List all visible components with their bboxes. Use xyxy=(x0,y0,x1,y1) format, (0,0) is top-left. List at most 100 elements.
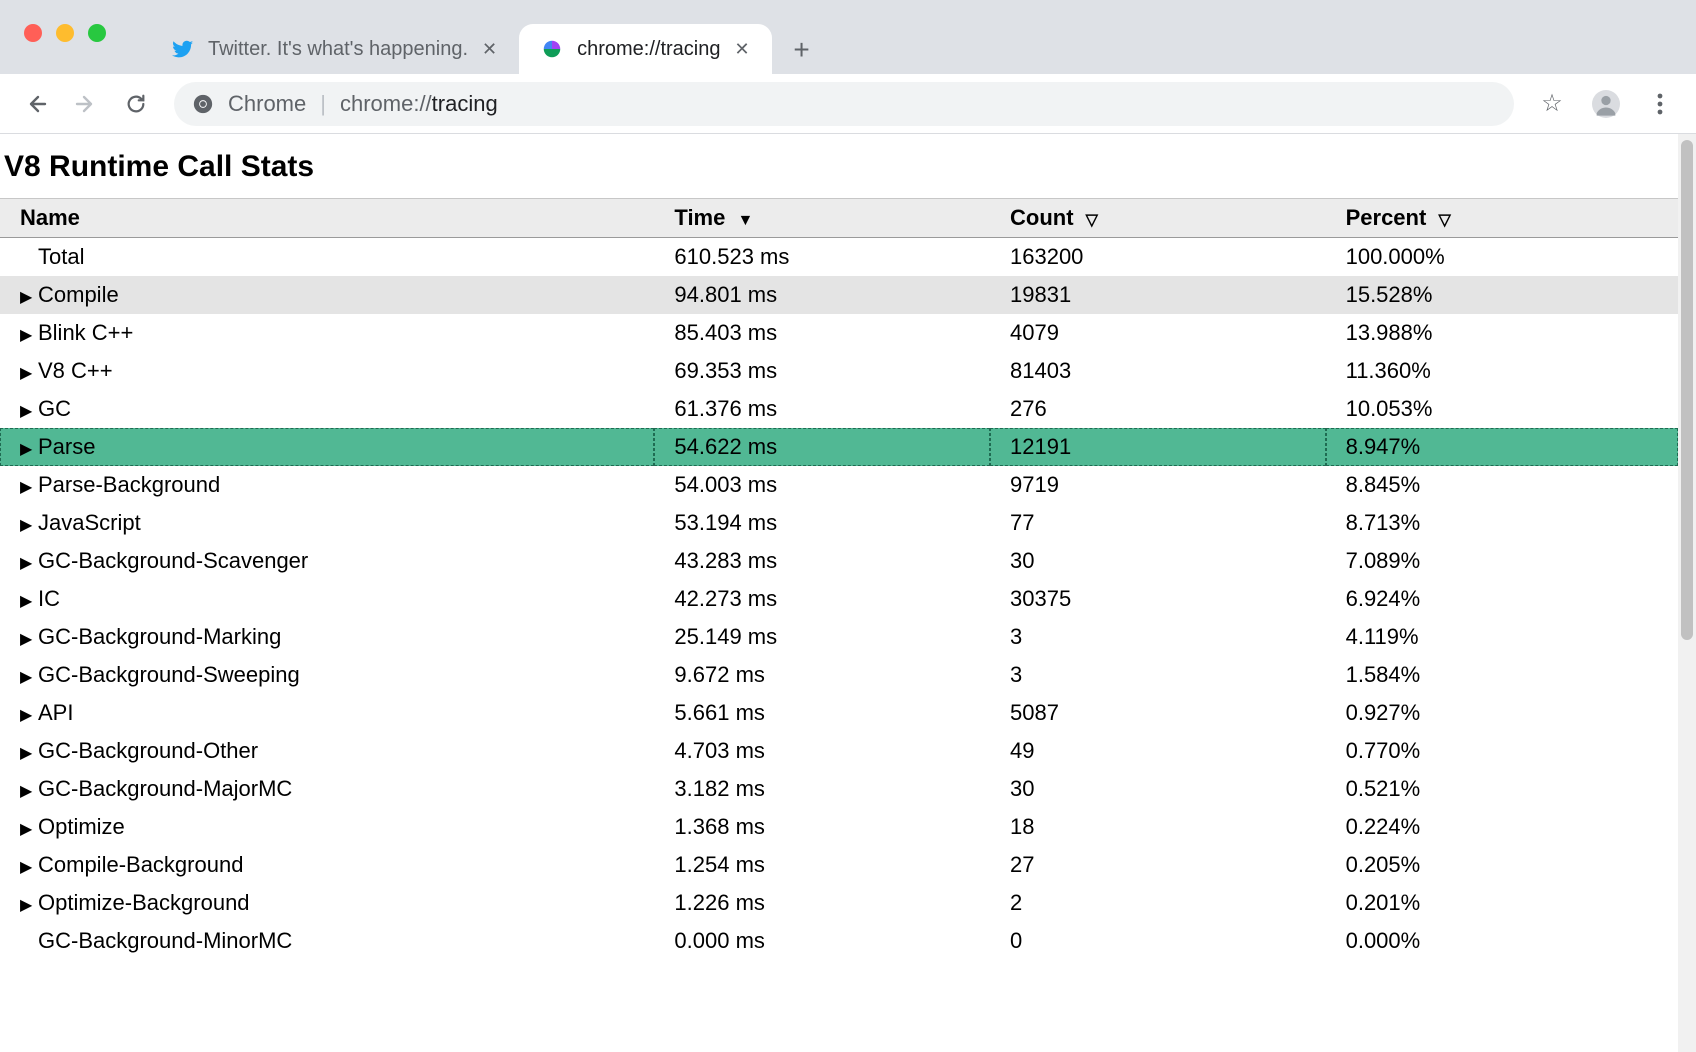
window-zoom-button[interactable] xyxy=(88,24,106,42)
profile-button[interactable] xyxy=(1584,82,1628,126)
expand-icon[interactable]: ▶ xyxy=(20,290,34,306)
table-row[interactable]: ▶IC42.273 ms303756.924% xyxy=(0,580,1678,618)
reload-button[interactable] xyxy=(114,82,158,126)
address-bar[interactable]: Chrome | chrome://tracing xyxy=(174,82,1514,126)
page-content: V8 Runtime Call Stats Name Time ▼ Count xyxy=(0,134,1678,1052)
row-name-label: Compile-Background xyxy=(38,852,243,877)
table-row[interactable]: ▶GC-Background-Marking25.149 ms34.119% xyxy=(0,618,1678,656)
scrollbar-thumb[interactable] xyxy=(1681,140,1693,640)
back-button[interactable] xyxy=(14,82,58,126)
cell-name: ▶Compile xyxy=(0,276,654,314)
cell-count: 3 xyxy=(990,656,1326,694)
avatar-icon xyxy=(1592,90,1620,118)
cell-time: 25.149 ms xyxy=(654,618,990,656)
row-name-label: GC-Background-Scavenger xyxy=(38,548,308,573)
cell-time: 5.661 ms xyxy=(654,694,990,732)
expand-icon[interactable]: ▶ xyxy=(20,480,34,496)
table-row[interactable]: ▶V8 C++69.353 ms8140311.360% xyxy=(0,352,1678,390)
expand-icon[interactable]: ▶ xyxy=(20,746,34,762)
cell-time: 9.672 ms xyxy=(654,656,990,694)
table-row[interactable]: ▶JavaScript53.194 ms778.713% xyxy=(0,504,1678,542)
cell-count: 163200 xyxy=(990,238,1326,276)
tab-close-icon[interactable]: ✕ xyxy=(734,39,749,60)
cell-name: ▶Parse-Background xyxy=(0,466,654,504)
column-header-count[interactable]: Count ▽ xyxy=(990,199,1326,238)
table-row[interactable]: Total610.523 ms163200100.000% xyxy=(0,238,1678,276)
cell-time: 85.403 ms xyxy=(654,314,990,352)
vertical-scrollbar[interactable] xyxy=(1678,134,1696,1052)
tracing-icon xyxy=(541,38,563,60)
table-row[interactable]: ▶Compile94.801 ms1983115.528% xyxy=(0,276,1678,314)
table-row[interactable]: ▶GC-Background-MajorMC3.182 ms300.521% xyxy=(0,770,1678,808)
cell-percent: 0.224% xyxy=(1326,808,1678,846)
column-header-percent[interactable]: Percent ▽ xyxy=(1326,199,1678,238)
table-row[interactable]: ▶Blink C++85.403 ms407913.988% xyxy=(0,314,1678,352)
expand-icon[interactable]: ▶ xyxy=(20,366,34,382)
cell-percent: 0.927% xyxy=(1326,694,1678,732)
column-header-name[interactable]: Name xyxy=(0,199,654,238)
row-name-label: Optimize-Background xyxy=(38,890,250,915)
expand-icon[interactable]: ▶ xyxy=(20,442,34,458)
cell-count: 0 xyxy=(990,922,1326,960)
url-divider: | xyxy=(320,91,326,117)
window-minimize-button[interactable] xyxy=(56,24,74,42)
expand-icon[interactable]: ▶ xyxy=(20,708,34,724)
table-row[interactable]: ▶GC-Background-Other4.703 ms490.770% xyxy=(0,732,1678,770)
expand-icon[interactable]: ▶ xyxy=(20,328,34,344)
cell-percent: 0.770% xyxy=(1326,732,1678,770)
chrome-menu-button[interactable] xyxy=(1638,82,1682,126)
browser-tab-twitter[interactable]: Twitter. It's what's happening. ✕ xyxy=(150,24,519,74)
new-tab-button[interactable]: + xyxy=(782,30,822,70)
row-name-label: V8 C++ xyxy=(38,358,113,383)
expand-icon[interactable]: ▶ xyxy=(20,404,34,420)
cell-percent: 0.000% xyxy=(1326,922,1678,960)
table-row[interactable]: ▶Optimize-Background1.226 ms20.201% xyxy=(0,884,1678,922)
expand-icon[interactable]: ▶ xyxy=(20,518,34,534)
expand-icon[interactable]: ▶ xyxy=(20,556,34,572)
row-name-label: GC-Background-Other xyxy=(38,738,258,763)
cell-count: 3 xyxy=(990,618,1326,656)
table-row[interactable]: GC-Background-MinorMC0.000 ms00.000% xyxy=(0,922,1678,960)
cell-count: 9719 xyxy=(990,466,1326,504)
table-row[interactable]: ▶Parse-Background54.003 ms97198.845% xyxy=(0,466,1678,504)
table-row[interactable]: ▶Compile-Background1.254 ms270.205% xyxy=(0,846,1678,884)
cell-count: 276 xyxy=(990,390,1326,428)
table-row[interactable]: ▶API5.661 ms50870.927% xyxy=(0,694,1678,732)
forward-button[interactable] xyxy=(64,82,108,126)
expand-icon[interactable]: ▶ xyxy=(20,670,34,686)
table-row[interactable]: ▶GC-Background-Sweeping9.672 ms31.584% xyxy=(0,656,1678,694)
page-title: V8 Runtime Call Stats xyxy=(0,140,1678,198)
expand-icon[interactable]: ▶ xyxy=(20,898,34,914)
cell-time: 1.368 ms xyxy=(654,808,990,846)
cell-time: 610.523 ms xyxy=(654,238,990,276)
bookmark-button[interactable]: ☆ xyxy=(1530,82,1574,126)
url-origin-label: Chrome xyxy=(228,91,306,117)
expand-icon[interactable]: ▶ xyxy=(20,860,34,876)
expand-icon[interactable]: ▶ xyxy=(20,784,34,800)
row-name-label: GC xyxy=(38,396,71,421)
tab-close-icon[interactable]: ✕ xyxy=(482,39,497,60)
cell-percent: 0.521% xyxy=(1326,770,1678,808)
row-name-label: Parse-Background xyxy=(38,472,220,497)
table-row[interactable]: ▶GC61.376 ms27610.053% xyxy=(0,390,1678,428)
row-name-label: GC-Background-Sweeping xyxy=(38,662,300,687)
cell-percent: 100.000% xyxy=(1326,238,1678,276)
expand-icon[interactable]: ▶ xyxy=(20,632,34,648)
sort-indicator-icon: ▽ xyxy=(1086,210,1098,230)
table-row[interactable]: ▶Optimize1.368 ms180.224% xyxy=(0,808,1678,846)
sort-desc-icon: ▼ xyxy=(737,212,753,230)
column-header-time[interactable]: Time ▼ xyxy=(654,199,990,238)
cell-name: ▶Optimize xyxy=(0,808,654,846)
window-close-button[interactable] xyxy=(24,24,42,42)
row-name-label: Parse xyxy=(38,434,95,459)
table-row[interactable]: ▶Parse54.622 ms121918.947% xyxy=(0,428,1678,466)
expand-icon[interactable]: ▶ xyxy=(20,594,34,610)
expand-icon[interactable]: ▶ xyxy=(20,822,34,838)
cell-count: 5087 xyxy=(990,694,1326,732)
row-name-label: GC-Background-MinorMC xyxy=(38,928,292,953)
cell-count: 4079 xyxy=(990,314,1326,352)
tabstrip: Twitter. It's what's happening. ✕ chrome… xyxy=(150,0,822,74)
browser-tab-tracing[interactable]: chrome://tracing ✕ xyxy=(519,24,771,74)
table-row[interactable]: ▶GC-Background-Scavenger43.283 ms307.089… xyxy=(0,542,1678,580)
cell-time: 42.273 ms xyxy=(654,580,990,618)
